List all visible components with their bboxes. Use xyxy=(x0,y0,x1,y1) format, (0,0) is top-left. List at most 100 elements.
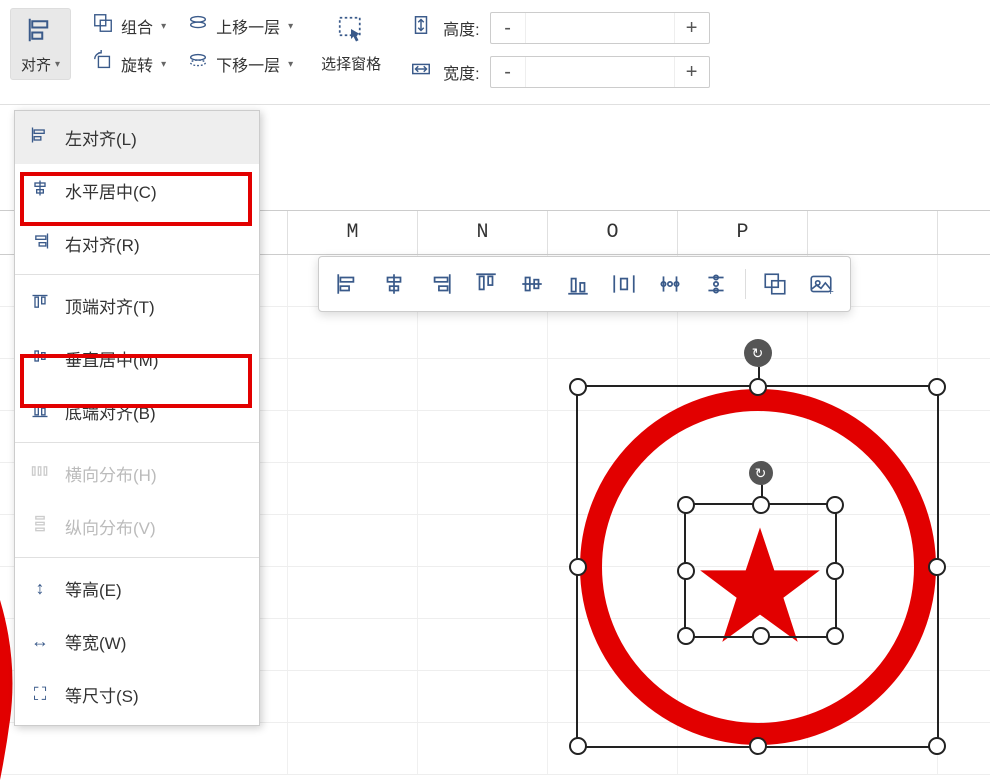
menu-distribute-h: 横向分布(H) xyxy=(15,447,259,500)
chevron-down-icon: ▾ xyxy=(288,59,293,70)
column-header[interactable]: O xyxy=(548,211,678,254)
tb-group[interactable] xyxy=(754,263,796,305)
rotate-label: 旋转 xyxy=(121,52,153,76)
resize-handle-se[interactable] xyxy=(928,737,946,755)
resize-handle-n[interactable] xyxy=(749,378,767,396)
menu-item-label: 顶端对齐(T) xyxy=(65,293,155,318)
align-middle-v-icon xyxy=(29,346,51,371)
selection-pane-icon xyxy=(336,14,366,51)
chevron-down-icon: ▾ xyxy=(161,21,166,32)
align-top-icon xyxy=(29,293,51,318)
group-label: 组合 xyxy=(121,14,153,38)
align-label: 对齐 xyxy=(21,54,51,75)
menu-equal-size[interactable]: ⛶ 等尺寸(S) xyxy=(15,668,259,721)
arrange-column-1: 组合 ▾ 旋转 ▾ xyxy=(91,8,166,78)
tb-align-bottom[interactable] xyxy=(557,263,599,305)
resize-handle-ne[interactable] xyxy=(826,496,844,514)
menu-item-label: 右对齐(R) xyxy=(65,231,140,256)
menu-item-label: 水平居中(C) xyxy=(65,178,157,203)
toolbar-separator xyxy=(745,269,746,299)
column-header[interactable] xyxy=(808,211,938,254)
resize-handle-s[interactable] xyxy=(752,627,770,645)
tb-distribute-h2[interactable] xyxy=(649,263,691,305)
width-spinner[interactable]: - + xyxy=(490,56,710,88)
menu-align-bottom[interactable]: 底端对齐(B) xyxy=(15,385,259,438)
menu-equal-width[interactable]: ↔ 等宽(W) xyxy=(15,615,259,668)
ribbon-toolbar: 对齐▾ 组合 ▾ 旋转 ▾ 上移一层 ▾ xyxy=(0,0,990,105)
resize-handle-n[interactable] xyxy=(752,496,770,514)
height-row: 高度: - + xyxy=(409,12,709,44)
resize-handle-w[interactable] xyxy=(569,558,587,576)
menu-separator xyxy=(15,274,259,275)
align-dropdown-button[interactable]: 对齐▾ xyxy=(10,8,71,80)
resize-handle-w[interactable] xyxy=(677,562,695,580)
send-backward-button[interactable]: 下移一层 ▾ xyxy=(186,50,293,78)
tb-align-right[interactable] xyxy=(419,263,461,305)
menu-align-left[interactable]: 左对齐(L) xyxy=(15,111,259,164)
menu-separator xyxy=(15,557,259,558)
selection-pane-button[interactable]: 选择窗格 xyxy=(313,8,389,80)
height-decrease-button[interactable]: - xyxy=(491,13,525,43)
align-dropdown-menu: 左对齐(L) 水平居中(C) 右对齐(R) 顶端对齐(T) 垂直居中(M) 底端… xyxy=(14,110,260,726)
tb-image-options[interactable]: + xyxy=(800,263,842,305)
column-header[interactable]: M xyxy=(288,211,418,254)
tb-distribute-v[interactable] xyxy=(695,263,737,305)
menu-align-middle-v[interactable]: 垂直居中(M) xyxy=(15,332,259,385)
resize-handle-e[interactable] xyxy=(826,562,844,580)
tb-align-center-h[interactable] xyxy=(373,263,415,305)
bring-forward-button[interactable]: 上移一层 ▾ xyxy=(186,12,293,40)
align-left-icon xyxy=(29,125,51,150)
menu-distribute-v: 纵向分布(V) xyxy=(15,500,259,553)
distribute-h-icon xyxy=(29,461,51,486)
height-value-input[interactable] xyxy=(525,13,675,43)
size-group: 高度: - + 宽度: - + xyxy=(409,8,709,88)
bring-forward-label: 上移一层 xyxy=(216,14,280,38)
resize-handle-sw[interactable] xyxy=(569,737,587,755)
inner-selection-box[interactable]: ↻ xyxy=(684,503,837,638)
align-center-h-icon xyxy=(29,178,51,203)
group-button[interactable]: 组合 ▾ xyxy=(91,12,166,40)
rotate-button[interactable]: 旋转 ▾ xyxy=(91,50,166,78)
tb-align-middle-v[interactable] xyxy=(511,263,553,305)
align-icon xyxy=(26,15,56,52)
resize-handle-e[interactable] xyxy=(928,558,946,576)
menu-item-label: 等尺寸(S) xyxy=(65,682,139,707)
equal-width-icon: ↔ xyxy=(29,631,51,652)
menu-align-top[interactable]: 顶端对齐(T) xyxy=(15,279,259,332)
column-header[interactable]: N xyxy=(418,211,548,254)
selection-pane-label: 选择窗格 xyxy=(321,53,381,74)
resize-handle-se[interactable] xyxy=(826,627,844,645)
height-spinner[interactable]: - + xyxy=(490,12,710,44)
svg-text:+: + xyxy=(828,286,834,297)
menu-align-center-h[interactable]: 水平居中(C) xyxy=(15,164,259,217)
width-decrease-button[interactable]: - xyxy=(491,57,525,87)
height-icon xyxy=(409,14,433,42)
resize-handle-nw[interactable] xyxy=(677,496,695,514)
width-value-input[interactable] xyxy=(525,57,675,87)
resize-handle-sw[interactable] xyxy=(677,627,695,645)
column-header[interactable]: P xyxy=(678,211,808,254)
resize-handle-nw[interactable] xyxy=(569,378,587,396)
menu-align-right[interactable]: 右对齐(R) xyxy=(15,217,259,270)
width-label: 宽度: xyxy=(443,60,479,84)
width-increase-button[interactable]: + xyxy=(675,57,709,87)
tb-align-top[interactable] xyxy=(465,263,507,305)
menu-item-label: 横向分布(H) xyxy=(65,461,157,486)
equal-height-icon: ↕ xyxy=(29,578,51,599)
height-increase-button[interactable]: + xyxy=(675,13,709,43)
resize-handle-s[interactable] xyxy=(749,737,767,755)
menu-equal-height[interactable]: ↕ 等高(E) xyxy=(15,562,259,615)
width-row: 宽度: - + xyxy=(409,56,709,88)
shape-mini-toolbar: + xyxy=(318,256,851,312)
rotation-handle[interactable]: ↻ xyxy=(749,461,773,485)
tb-align-left[interactable] xyxy=(327,263,369,305)
arrange-column-2: 上移一层 ▾ 下移一层 ▾ xyxy=(186,8,293,78)
resize-handle-ne[interactable] xyxy=(928,378,946,396)
tb-distribute-h[interactable] xyxy=(603,263,645,305)
group-icon xyxy=(91,12,115,40)
align-bottom-icon xyxy=(29,399,51,424)
rotation-handle[interactable]: ↻ xyxy=(744,339,772,367)
menu-item-label: 底端对齐(B) xyxy=(65,399,156,424)
send-backward-label: 下移一层 xyxy=(216,52,280,76)
menu-separator xyxy=(15,442,259,443)
